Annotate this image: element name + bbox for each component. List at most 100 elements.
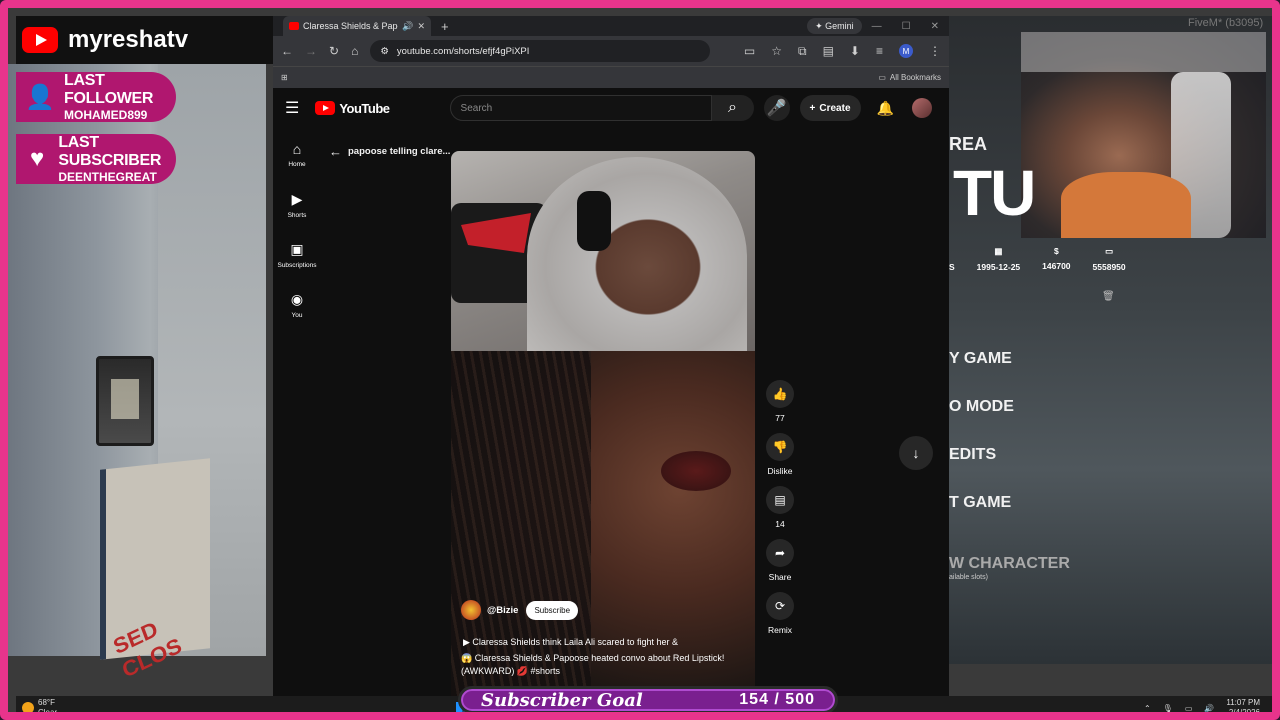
channel-avatar[interactable] (461, 600, 481, 620)
hamburger-menu-icon[interactable]: ☰ (285, 98, 299, 118)
slots-note: ailable slots) (949, 574, 988, 581)
all-bookmarks[interactable]: ▭ All Bookmarks (878, 73, 941, 82)
extensions-icon[interactable]: ⧉ (798, 44, 807, 59)
channel-row: @Bizie Subscribe (461, 600, 579, 620)
trash-icon[interactable]: 🗑 (1102, 291, 1115, 302)
reload-icon[interactable]: ↻ (329, 44, 339, 58)
search-button[interactable]: ⌕ (711, 95, 754, 121)
create-button[interactable]: + Create (799, 95, 861, 121)
close-window-icon[interactable]: ✕ (931, 21, 939, 32)
sidebar-item-shorts[interactable]: ▶ Shorts (273, 191, 321, 241)
search-icon: ⌕ (728, 99, 738, 116)
next-video-button[interactable]: ↓ (899, 436, 933, 470)
voice-search-button[interactable]: 🎤 (763, 95, 790, 121)
shorts-video-player[interactable]: @Bizie Subscribe ▶ Claressa Shields thin… (451, 151, 755, 696)
sidebar-item-label: Home (288, 161, 306, 168)
user-circle-icon: ◉ (290, 291, 304, 307)
close-tab-icon[interactable]: ✕ (417, 21, 425, 32)
apps-grid-icon[interactable]: ⊞ (281, 73, 288, 82)
like-button[interactable]: 👍 (766, 380, 794, 408)
notifications-bell-icon[interactable]: 🔔 (877, 100, 894, 117)
video-title[interactable]: 😱 Claressa Shields & Papoose heated conv… (461, 652, 751, 678)
dislike-action: 👎 Dislike (766, 433, 794, 476)
cast-icon[interactable]: ▭ (744, 44, 755, 58)
remix-button[interactable]: ⟳ (766, 592, 794, 620)
channel-name[interactable]: @Bizie (487, 605, 518, 616)
dollar-icon: $ (1053, 246, 1059, 256)
comments-button[interactable]: ▤ (766, 486, 794, 514)
like-action: 👍 77 (766, 380, 794, 423)
heart-icon: ♥ (30, 145, 45, 172)
card-icon: ▭ (1105, 246, 1114, 256)
folder-icon: ▭ (878, 73, 886, 82)
headset (577, 191, 611, 251)
like-count: 77 (775, 413, 785, 423)
gemini-button[interactable]: ✦ Gemini (807, 18, 862, 34)
arrow-down-icon: ↓ (912, 445, 920, 461)
remix-action: ⟳ Remix (766, 592, 794, 635)
taskbar-clock[interactable]: 11:07 PM 2/4/2026 (1226, 698, 1260, 712)
last-subscriber-badge: ♥ LAST SUBSCRIBER DEENTHEGREAT (16, 134, 176, 184)
search-input[interactable]: Search (449, 95, 712, 121)
youtube-logo-icon[interactable] (315, 101, 336, 115)
plus-icon: + (809, 102, 816, 114)
network-icon[interactable]: ▭ (1185, 704, 1193, 713)
closed-sign: SED CLOS (100, 458, 210, 682)
stat-birthdate: ▦ 1995-12-25 (977, 246, 1020, 272)
share-label: Share (768, 572, 792, 582)
stat-value: 146700 (1042, 261, 1071, 271)
menu-exit-game[interactable]: T GAME (949, 494, 1011, 512)
mic-tray-icon[interactable]: 🎙 (1163, 704, 1173, 713)
goal-count: 154 / 500 (739, 691, 815, 708)
user-avatar[interactable] (911, 98, 932, 118)
bookmarks-bar: ⊞ ▭ All Bookmarks (273, 66, 949, 88)
menu-demo-mode[interactable]: O MODE (949, 398, 1014, 416)
profile-avatar[interactable]: M (899, 44, 913, 58)
menu-play-game[interactable]: Y GAME (949, 350, 1012, 368)
tab-youtube[interactable]: Claressa Shields & Papo 🔊 ✕ (283, 16, 431, 36)
remix-icon: ⟳ (774, 599, 786, 613)
tab-title: Claressa Shields & Papo (303, 21, 399, 31)
url-text: youtube.com/shorts/efjf4gPiXPI (396, 45, 530, 57)
speaker-icon[interactable]: 🔊 (402, 21, 413, 32)
stat-cash: $ 146700 (1042, 246, 1070, 272)
kebab-menu-icon[interactable]: ⋮ (929, 44, 941, 58)
download-icon[interactable]: ⬇ (850, 44, 860, 58)
new-tab-icon[interactable]: + (441, 19, 449, 34)
home-icon[interactable]: ⌂ (351, 44, 358, 58)
sidebar-icon[interactable]: ▤ (823, 44, 834, 58)
create-label: Create (819, 102, 851, 114)
weather-widget[interactable]: 68°F Clear (16, 698, 57, 712)
menu-lines-icon[interactable]: ≡ (876, 44, 883, 58)
chevron-up-icon[interactable]: ⌃ (1144, 704, 1151, 713)
back-arrow-icon: ← (329, 144, 342, 159)
back-arrow-icon[interactable]: ← (281, 44, 293, 58)
sidebar-item-subscriptions[interactable]: ▣ Subscriptions (273, 241, 321, 291)
window-controls: — ☐ ✕ (872, 21, 939, 32)
bookmark-star-icon[interactable]: ☆ (771, 44, 782, 58)
menu-credits[interactable]: EDITS (949, 446, 996, 464)
youtube-wordmark[interactable]: YouTube (339, 101, 390, 116)
forward-arrow-icon[interactable]: → (305, 44, 317, 58)
minimize-icon[interactable]: — (872, 21, 882, 32)
thumbs-up-icon: 👍 (772, 387, 788, 401)
share-button[interactable]: ➦ (766, 539, 794, 567)
sidebar-item-home[interactable]: ⌂ Home (273, 141, 321, 191)
maximize-icon[interactable]: ☐ (902, 21, 911, 32)
site-info-icon[interactable]: ⚙ (380, 46, 389, 57)
volume-icon[interactable]: 🔊 (1204, 704, 1214, 713)
video-top-frame (451, 151, 755, 357)
all-bookmarks-label: All Bookmarks (889, 73, 941, 82)
lips (661, 451, 731, 491)
subscriptions-icon: ▣ (290, 241, 304, 257)
related-video-link[interactable]: ▶ Claressa Shields think Laila Ali scare… (463, 637, 678, 648)
dislike-button[interactable]: 👎 (766, 433, 794, 461)
fivem-build-tag: FiveM* (b3095) (1188, 17, 1264, 29)
url-field[interactable]: ⚙ youtube.com/shorts/efjf4gPiXPI (370, 40, 711, 62)
stream-frame: SED CLOS myreshatv 👤 LAST FOLLOWER MOHAM… (0, 0, 1280, 720)
menu-new-character[interactable]: W CHARACTER (949, 555, 1070, 573)
subscribe-button[interactable]: Subscribe (526, 600, 579, 620)
back-to-search[interactable]: ← papoose telling clare... (329, 144, 450, 159)
cam-ceiling (1021, 32, 1266, 72)
sidebar-item-you[interactable]: ◉ You (273, 291, 321, 341)
